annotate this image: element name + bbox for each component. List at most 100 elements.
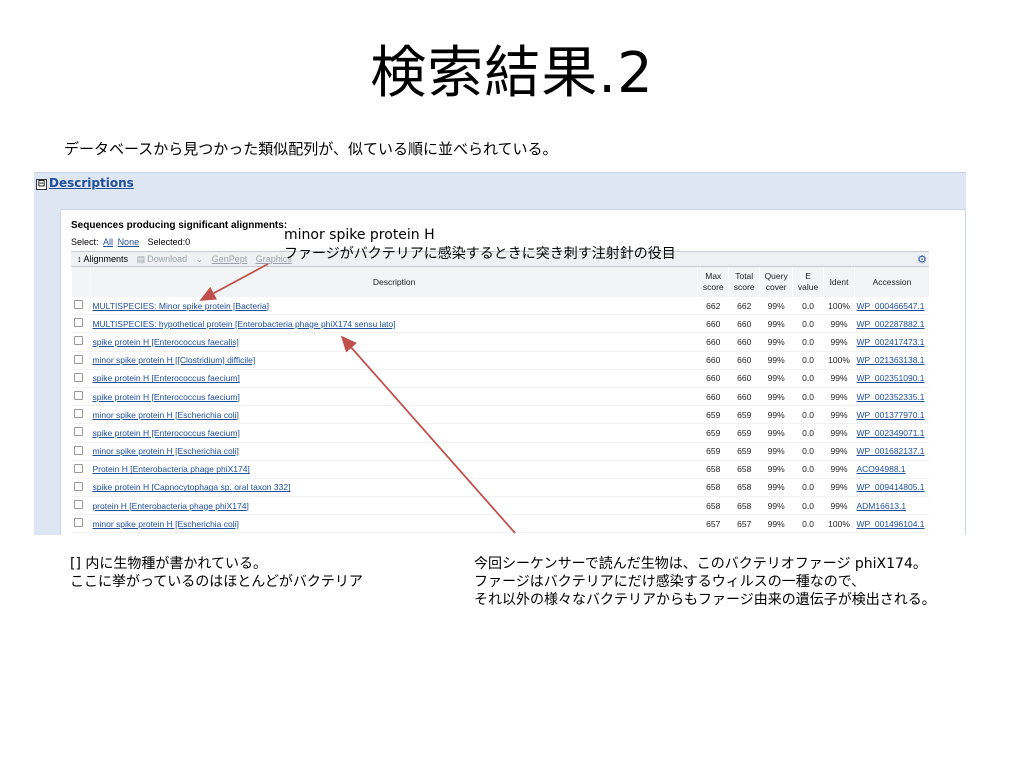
row-ident: 99% bbox=[823, 442, 855, 461]
accession-cell: WP_001377970.1 bbox=[854, 405, 929, 425]
row-checkbox[interactable] bbox=[73, 500, 83, 510]
row-total-score: 659 bbox=[728, 442, 760, 461]
row-checkbox[interactable] bbox=[73, 445, 83, 455]
row-ident: 99% bbox=[823, 332, 855, 352]
row-query-cover: 99% bbox=[759, 442, 793, 461]
checkbox-cell bbox=[71, 478, 91, 498]
row-checkbox[interactable] bbox=[73, 409, 83, 419]
descriptions-link[interactable]: Descriptions bbox=[49, 176, 134, 190]
checkbox-cell bbox=[71, 496, 91, 516]
checkbox-cell bbox=[71, 442, 91, 461]
gear-icon[interactable]: ⚙ bbox=[917, 253, 927, 267]
row-description-link[interactable]: spike protein H [Enterococcus faecalis] bbox=[92, 337, 238, 347]
row-accession-link[interactable]: WP_001682137.1 bbox=[856, 446, 924, 456]
checkbox-cell bbox=[71, 314, 91, 334]
row-description-link[interactable]: minor spike protein H [Escherichia coli] bbox=[92, 410, 238, 420]
download-button[interactable]: ▤ Download bbox=[137, 254, 188, 264]
col-description[interactable]: Description bbox=[89, 267, 698, 297]
row-checkbox[interactable] bbox=[73, 318, 83, 328]
select-label: Select: bbox=[71, 237, 99, 247]
checkbox-cell bbox=[71, 387, 91, 407]
row-query-cover: 99% bbox=[759, 351, 793, 370]
description-cell: minor spike protein H [Escherichia coli] bbox=[90, 442, 698, 461]
row-accession-link[interactable]: WP_002351090.1 bbox=[856, 373, 924, 383]
col-e-value[interactable]: Evalue bbox=[792, 267, 824, 297]
row-description-link[interactable]: minor spike protein H [[Clostridium] dif… bbox=[92, 355, 255, 365]
checkbox-cell bbox=[71, 423, 91, 443]
col-query-cover[interactable]: Query cover bbox=[759, 267, 793, 297]
row-checkbox[interactable] bbox=[73, 300, 83, 310]
row-accession-link[interactable]: WP_000466547.1 bbox=[856, 301, 924, 311]
row-checkbox[interactable] bbox=[73, 372, 83, 382]
row-ident: 99% bbox=[823, 423, 855, 443]
select-all-link[interactable]: All bbox=[103, 237, 113, 247]
row-accession-link[interactable]: WP_001377970.1 bbox=[856, 410, 924, 420]
row-accession-link[interactable]: WP_002349071.1 bbox=[856, 428, 924, 438]
collapse-icon[interactable]: ⊟ bbox=[36, 179, 47, 190]
row-max-score: 658 bbox=[697, 496, 729, 516]
col-total-score[interactable]: Total score bbox=[728, 267, 760, 297]
row-max-score: 659 bbox=[697, 423, 729, 443]
row-description-link[interactable]: spike protein H [Enterococcus faecium] bbox=[92, 373, 239, 383]
row-checkbox[interactable] bbox=[73, 518, 83, 528]
row-total-score: 658 bbox=[728, 478, 760, 498]
row-checkbox[interactable] bbox=[73, 391, 83, 401]
row-max-score: 660 bbox=[697, 314, 729, 334]
row-accession-link[interactable]: ACO94988.1 bbox=[856, 464, 905, 474]
row-accession-link[interactable]: WP_002417473.1 bbox=[856, 337, 924, 347]
row-max-score: 660 bbox=[697, 351, 729, 370]
row-checkbox[interactable] bbox=[73, 481, 83, 491]
row-description-link[interactable]: Protein H [Enterobacteria phage phiX174] bbox=[92, 464, 249, 474]
row-query-cover: 99% bbox=[759, 297, 793, 316]
row-description-link[interactable]: minor spike protein H [Escherichia coli] bbox=[92, 519, 238, 529]
row-ident: 99% bbox=[823, 405, 855, 425]
row-e-value: 0.0 bbox=[792, 423, 824, 443]
description-cell: spike protein H [Enterococcus faecium] bbox=[90, 423, 698, 443]
row-description-link[interactable]: spike protein H [Capnocytophaga sp. oral… bbox=[92, 482, 290, 492]
row-description-link[interactable]: spike protein H [Enterococcus faecium] bbox=[92, 428, 239, 438]
row-description-link[interactable]: protein H [Enterobacteria phage phiX174] bbox=[92, 501, 248, 511]
note-left-line2: ここに挙がっているのはほとんどがバクテリア bbox=[70, 574, 363, 590]
genpept-link[interactable]: GenPept bbox=[212, 254, 248, 264]
row-description-link[interactable]: minor spike protein H [Escherichia coli] bbox=[92, 446, 238, 456]
row-max-score: 660 bbox=[697, 387, 729, 407]
row-description-link[interactable]: MULTISPECIES: Minor spike protein [Bacte… bbox=[92, 301, 269, 311]
row-accession-link[interactable]: WP_021363138.1 bbox=[856, 355, 924, 365]
row-accession-link[interactable]: WP_001496104.1 bbox=[856, 519, 924, 529]
row-description-link[interactable]: spike protein H [Enterococcus faecium] bbox=[92, 392, 239, 402]
accession-cell: WP_009414805.1 bbox=[854, 478, 929, 498]
row-accession-link[interactable]: ADM16613.1 bbox=[856, 501, 906, 511]
checkbox-cell bbox=[71, 369, 91, 388]
row-accession-link[interactable]: WP_009414805.1 bbox=[856, 482, 924, 492]
row-max-score: 657 bbox=[697, 514, 729, 534]
row-checkbox[interactable] bbox=[73, 463, 83, 473]
row-query-cover: 99% bbox=[759, 369, 793, 388]
row-total-score: 659 bbox=[728, 423, 760, 443]
table-row: spike protein H [Enterococcus faecium] 65… bbox=[71, 423, 929, 443]
alignments-button[interactable]: ↕ Alignments bbox=[77, 254, 128, 264]
col-ident[interactable]: Ident bbox=[823, 267, 855, 297]
row-checkbox[interactable] bbox=[73, 336, 83, 346]
row-description-link[interactable]: MULTISPECIES: hypothetical protein [Ente… bbox=[92, 319, 395, 329]
download-menu-icon[interactable]: ⌄ bbox=[196, 254, 204, 264]
row-e-value: 0.0 bbox=[792, 332, 824, 352]
row-max-score: 658 bbox=[697, 460, 729, 479]
row-total-score: 657 bbox=[728, 514, 760, 534]
row-ident: 99% bbox=[823, 369, 855, 388]
table-row: spike protein H [Enterococcus faecium] 66… bbox=[71, 369, 929, 388]
row-query-cover: 99% bbox=[759, 387, 793, 407]
callout-text: ファージがバクテリアに感染するときに突き刺す注射針の役目 bbox=[284, 246, 676, 262]
select-none-link[interactable]: None bbox=[118, 237, 140, 247]
row-accession-link[interactable]: WP_002352335.1 bbox=[856, 392, 924, 402]
col-accession[interactable]: Accession bbox=[853, 267, 929, 297]
row-checkbox[interactable] bbox=[73, 427, 83, 437]
row-accession-link[interactable]: WP_002287882.1 bbox=[856, 319, 924, 329]
description-cell: spike protein H [Enterococcus faecium] bbox=[90, 369, 698, 388]
row-max-score: 660 bbox=[697, 369, 729, 388]
col-max-score[interactable]: Max score bbox=[697, 267, 729, 297]
select-line: Select: All None Selected:0 bbox=[71, 237, 190, 247]
row-total-score: 660 bbox=[728, 314, 760, 334]
row-checkbox[interactable] bbox=[73, 354, 83, 364]
description-cell: minor spike protein H [Escherichia coli] bbox=[90, 405, 698, 425]
accession-cell: WP_002351090.1 bbox=[854, 369, 929, 388]
